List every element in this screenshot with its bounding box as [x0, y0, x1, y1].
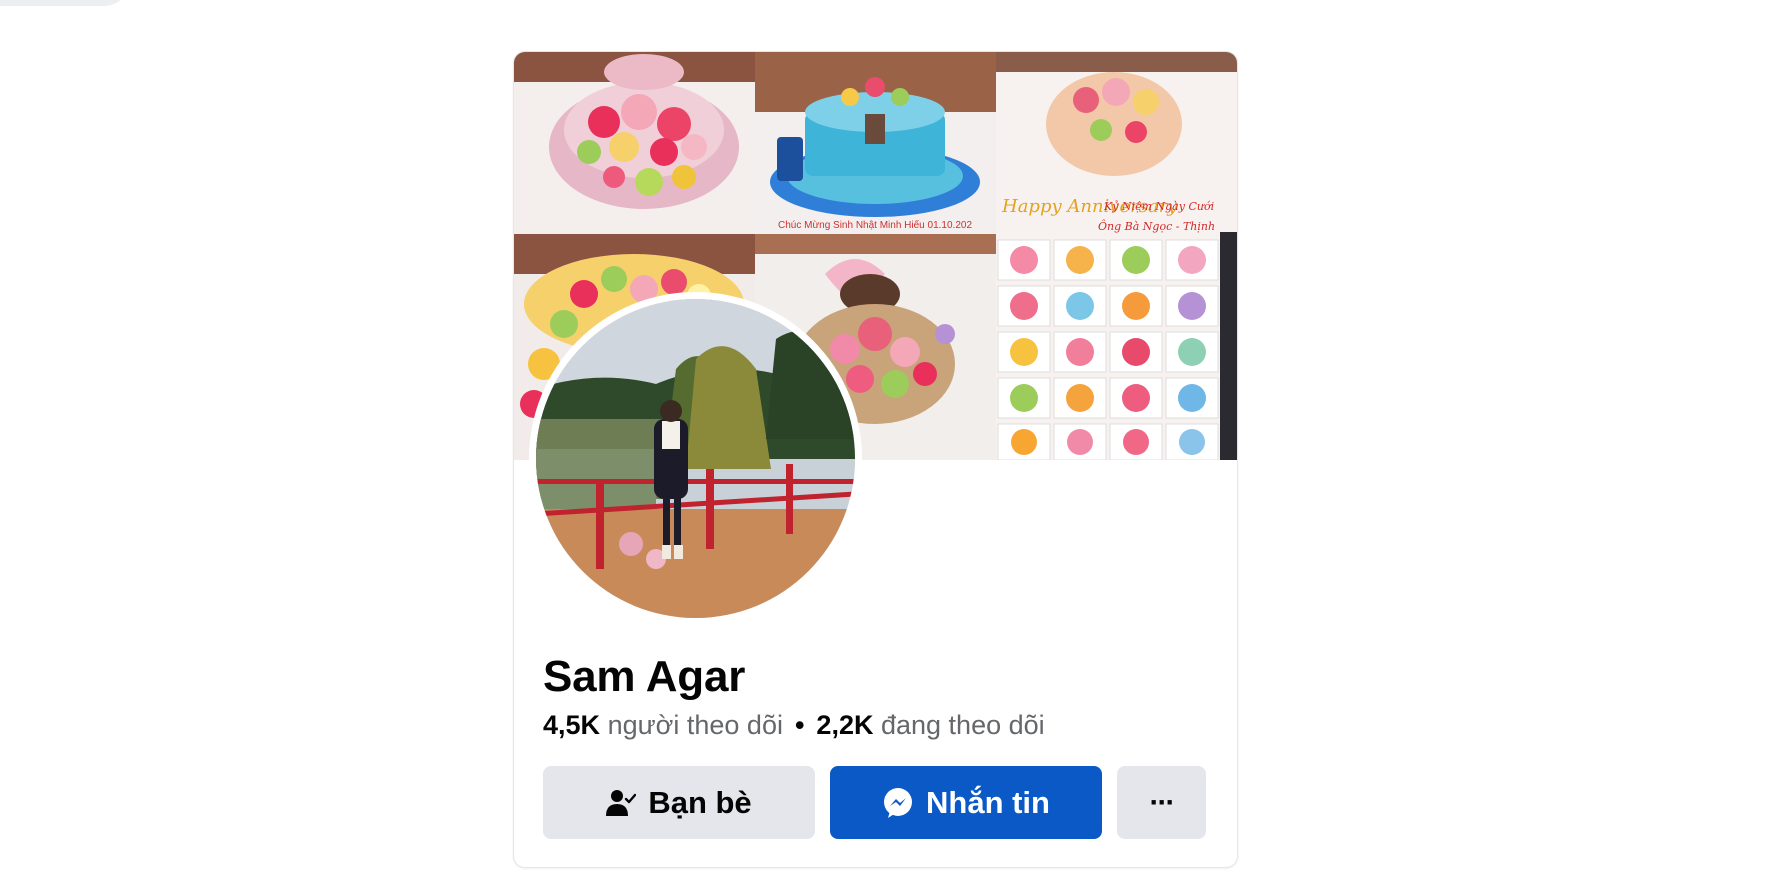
following-label: đang theo dõi [880, 710, 1045, 740]
profile-avatar[interactable] [536, 299, 855, 618]
cover-banner-line2: Ông Bà Ngọc - Thịnh [1098, 219, 1215, 233]
message-button-label: Nhắn tin [926, 784, 1050, 820]
following-link[interactable]: 2,2K đang theo dõi [816, 710, 1044, 740]
cover-banner-line1: Kỷ Niệm Ngày Cưới [1103, 200, 1214, 213]
stats-separator: • [794, 710, 805, 740]
svg-text:Chúc Mừng Sinh Nhật Minh Hiếu: Chúc Mừng Sinh Nhật Minh Hiếu 01.10.202 [778, 219, 972, 231]
message-button[interactable]: Nhắn tin [830, 766, 1102, 839]
friends-button[interactable]: Bạn bè [543, 766, 815, 839]
followers-count: 4,5K [543, 710, 601, 740]
more-options-button[interactable]: ··· [1117, 766, 1206, 839]
followers-link[interactable]: 4,5K người theo dõi [543, 710, 783, 740]
top-left-avatar-edge [0, 0, 130, 6]
more-dots-icon: ··· [1149, 785, 1176, 819]
cover-tile-jelly-cups: Happy Anniversary Kỷ Niệm Ngày Cưới Ông … [996, 52, 1237, 460]
profile-name: Sam Agar [543, 652, 746, 701]
friends-button-label: Bạn bè [648, 784, 752, 820]
follow-stats: 4,5K người theo dõi • 2,2K đang theo dõi [543, 710, 1045, 741]
messenger-icon [882, 787, 914, 819]
followers-label: người theo dõi [607, 710, 783, 740]
profile-card: Chúc Mừng Sinh Nhật Minh Hiếu 01.10.202 … [513, 51, 1238, 868]
friend-check-icon [606, 788, 637, 818]
cover-tile-train-cake: Chúc Mừng Sinh Nhật Minh Hiếu 01.10.202 [755, 52, 996, 234]
following-count: 2,2K [816, 710, 874, 740]
cover-tile-flower-cake [514, 52, 755, 234]
